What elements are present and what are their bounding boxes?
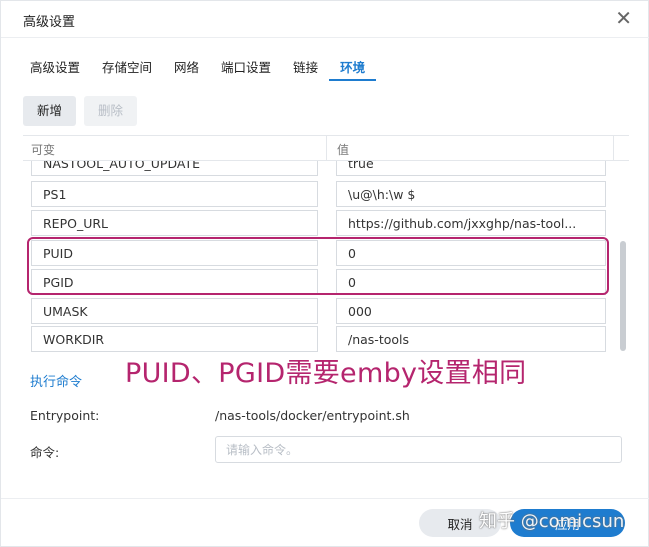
command-label: 命令: — [30, 445, 60, 460]
env-table-header: 可变 值 — [23, 136, 629, 161]
tab-network[interactable]: 网络 — [163, 49, 210, 81]
tab-links[interactable]: 链接 — [282, 49, 329, 81]
env-value-field[interactable]: https://github.com/jxxghp/nas-tool... — [336, 210, 606, 236]
env-toolbar: 新增 删除 — [23, 96, 138, 126]
column-divider — [613, 136, 614, 161]
delete-button[interactable]: 删除 — [84, 96, 138, 126]
env-value-field[interactable]: true — [336, 161, 606, 176]
env-key-field[interactable]: PS1 — [31, 181, 318, 207]
tab-environment[interactable]: 环境 — [329, 49, 377, 81]
env-value-field[interactable]: /nas-tools — [336, 326, 606, 352]
table-row: NASTOOL_AUTO_UPDATE true — [23, 161, 629, 179]
entrypoint-label: Entrypoint: — [30, 408, 100, 423]
apply-button[interactable]: 应用 — [510, 509, 625, 537]
column-header-value: 值 — [337, 143, 350, 157]
table-row: PS1 \u@\h:\w $ — [23, 181, 629, 210]
scrollbar-thumb[interactable] — [620, 241, 626, 351]
tab-bar: 高级设置 存储空间 网络 端口设置 链接 环境 — [19, 49, 377, 81]
advanced-settings-dialog: 高级设置 ✕ 高级设置 存储空间 网络 端口设置 链接 环境 新增 删除 可变 … — [0, 0, 649, 547]
annotation-text: PUID、PGID需要emby设置相同 — [125, 358, 527, 389]
env-key-field[interactable]: UMASK — [31, 298, 318, 324]
env-key-field[interactable]: REPO_URL — [31, 210, 318, 236]
tab-storage[interactable]: 存储空间 — [91, 49, 163, 81]
puid-pgid-highlight-box — [27, 237, 609, 295]
table-row: UMASK 000 — [23, 298, 629, 327]
table-row: REPO_URL https://github.com/jxxghp/nas-t… — [23, 210, 629, 239]
env-value-field[interactable]: \u@\h:\w $ — [336, 181, 606, 207]
env-key-field[interactable]: NASTOOL_AUTO_UPDATE — [31, 161, 318, 176]
tab-port-settings[interactable]: 端口设置 — [210, 49, 282, 81]
table-scrollbar[interactable] — [619, 161, 627, 356]
add-button[interactable]: 新增 — [23, 96, 77, 126]
title-bar: 高级设置 ✕ — [1, 1, 649, 38]
column-divider — [326, 136, 327, 161]
command-input[interactable] — [215, 436, 622, 463]
column-header-variable: 可变 — [31, 143, 56, 157]
env-value-field[interactable]: 000 — [336, 298, 606, 324]
entrypoint-value: /nas-tools/docker/entrypoint.sh — [215, 408, 410, 423]
env-key-field[interactable]: WORKDIR — [31, 326, 318, 352]
tab-advanced[interactable]: 高级设置 — [19, 49, 91, 81]
close-icon[interactable]: ✕ — [615, 7, 632, 29]
footer-divider — [1, 498, 649, 499]
execute-command-section-title[interactable]: 执行命令 — [30, 371, 82, 390]
dialog-title: 高级设置 — [23, 15, 76, 30]
cancel-button[interactable]: 取消 — [419, 509, 501, 537]
